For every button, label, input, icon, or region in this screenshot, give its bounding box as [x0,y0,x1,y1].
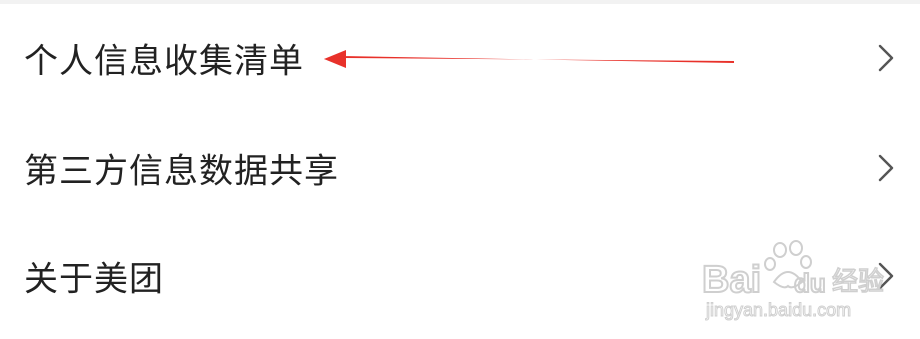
menu-item-label: 第三方信息数据共享 [24,151,339,192]
chevron-right-icon [878,262,894,290]
chevron-right-icon [878,44,894,72]
settings-page: 个人信息收集清单 第三方信息数据共享 关于美团 Bai du 经验 jingya… [0,0,920,339]
menu-item-third-party-data-sharing[interactable]: 第三方信息数据共享 [0,114,920,222]
menu-item-about-meituan[interactable]: 关于美团 [0,222,920,330]
menu-item-label: 关于美团 [24,259,164,300]
chevron-right-icon [878,154,894,182]
menu-item-label: 个人信息收集清单 [24,41,304,82]
menu-item-personal-info-list[interactable]: 个人信息收集清单 [0,4,920,112]
